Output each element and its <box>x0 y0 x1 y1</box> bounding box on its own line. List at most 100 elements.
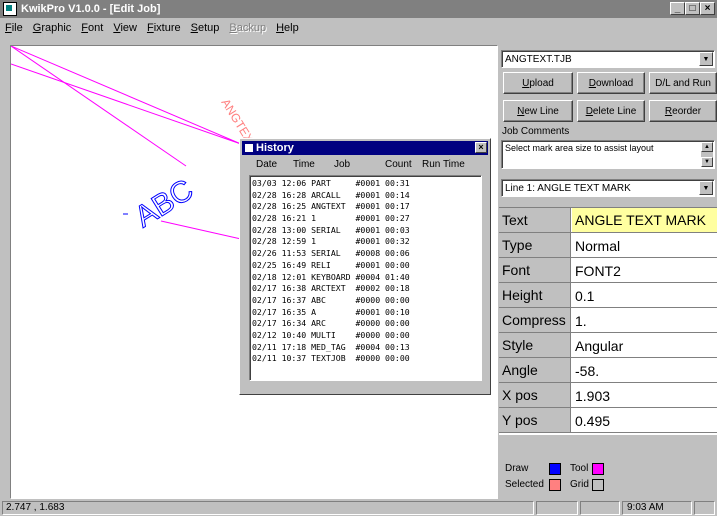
chevron-down-icon[interactable]: ▼ <box>699 181 713 195</box>
history-cell: 00:31 <box>385 178 410 188</box>
history-row[interactable]: 02/17 16:37 ABC #0000 00:00 <box>252 295 481 307</box>
property-name: Y pos <box>499 408 571 432</box>
history-cell: #0004 <box>355 341 381 352</box>
history-column-header[interactable]: Count <box>385 159 412 170</box>
property-row[interactable]: Text ANGLE TEXT MARK <box>499 208 717 233</box>
history-cell: MULTI <box>311 329 336 340</box>
history-cell: #0000 <box>355 329 381 340</box>
download-button[interactable]: Download <box>577 72 645 94</box>
history-row[interactable]: 02/25 16:49 RELI #0001 00:00 <box>252 260 481 272</box>
menu-view[interactable]: View <box>108 22 142 34</box>
history-row[interactable]: 03/03 12:06 PART #0001 00:31 <box>252 178 481 190</box>
history-column-header[interactable]: Job <box>334 159 350 170</box>
history-row[interactable]: 02/28 16:28 ARCALL #0001 00:14 <box>252 190 481 202</box>
grid-color-swatch[interactable] <box>592 479 604 491</box>
history-column-header[interactable]: Date <box>256 159 277 170</box>
history-cell: ANGTEXT <box>311 201 346 212</box>
history-cell: 02/28 <box>252 236 277 247</box>
tool-color-swatch[interactable] <box>592 463 604 475</box>
job-comments-label: Job Comments <box>502 126 570 137</box>
upload-label: Upload <box>522 77 554 89</box>
upload-button[interactable]: Upload <box>503 72 573 94</box>
property-value[interactable]: -58. <box>572 358 717 382</box>
comments-scrollbar[interactable]: ▲ ▼ <box>701 142 713 167</box>
line-select-value: Line 1: ANGLE TEXT MARK <box>505 182 631 194</box>
selected-color-swatch[interactable] <box>549 479 561 491</box>
menu-fixture[interactable]: Fixture <box>142 22 186 34</box>
new-line-button[interactable]: New Line <box>503 100 573 122</box>
line-select[interactable]: Line 1: ANGLE TEXT MARK ▼ <box>501 179 715 197</box>
status-cell <box>536 501 578 515</box>
property-row[interactable]: Y pos 0.495 <box>499 408 717 433</box>
property-name: Text <box>499 208 571 232</box>
chevron-down-icon[interactable]: ▼ <box>699 52 713 66</box>
history-row[interactable]: 02/28 13:00 SERIAL #0001 00:03 <box>252 225 481 237</box>
property-row[interactable]: Compress 1. <box>499 308 717 333</box>
menu-bar: File Graphic Font View Fixture Setup Backup Hel… <box>0 18 717 38</box>
history-row[interactable]: 02/11 10:37 TEXTJOB #0000 00:00 <box>252 353 481 365</box>
job-comments-field[interactable]: Select mark area size to assist layout ▲… <box>501 140 715 169</box>
menu-setup[interactable]: Setup <box>186 22 225 34</box>
job-file-select[interactable]: ANGTEXT.TJB ▼ <box>501 50 715 68</box>
delete-line-button[interactable]: Delete Line <box>577 100 645 122</box>
delete-line-label: Delete Line <box>585 105 637 117</box>
maximize-button[interactable]: □ <box>685 2 700 15</box>
history-row[interactable]: 02/28 16:21 1 #0001 00:27 <box>252 213 481 225</box>
property-value[interactable]: 0.1 <box>572 283 717 307</box>
reorder-button[interactable]: Reorder <box>649 100 717 122</box>
menu-file[interactable]: File <box>0 22 28 34</box>
property-value[interactable]: 0.495 <box>572 408 717 432</box>
scroll-down-icon[interactable]: ▼ <box>701 157 713 167</box>
menu-help[interactable]: Help <box>271 22 304 34</box>
history-row[interactable]: 02/12 10:40 MULTI #0000 00:00 <box>252 330 481 342</box>
property-row[interactable]: Font FONT2 <box>499 258 717 283</box>
history-cell: #0001 <box>355 201 381 212</box>
new-line-label: New Line <box>517 105 559 117</box>
property-row[interactable]: Style Angular <box>499 333 717 358</box>
history-column-header[interactable]: Time <box>293 159 315 170</box>
property-value[interactable]: 1. <box>572 308 717 332</box>
history-window[interactable]: History × Date Time Job Count Run Time 03/03… <box>239 138 491 395</box>
history-row[interactable]: 02/28 16:25 ANGTEXT #0001 00:17 <box>252 201 481 213</box>
history-row[interactable]: 02/11 17:18 MED_TAG #0004 00:13 <box>252 342 481 354</box>
history-cell: 02/17 <box>252 283 277 294</box>
history-row[interactable]: 02/17 16:38 ARCTEXT #0002 00:18 <box>252 283 481 295</box>
history-row[interactable]: 02/17 16:35 A #0001 00:10 <box>252 307 481 319</box>
status-cell <box>580 501 620 515</box>
scroll-up-icon[interactable]: ▲ <box>701 142 713 152</box>
minimize-button[interactable]: _ <box>670 2 685 15</box>
history-row[interactable]: 02/26 11:53 SERIAL #0008 00:06 <box>252 248 481 260</box>
history-column-header[interactable]: Run Time <box>422 159 465 170</box>
tool-path-line <box>11 63 242 145</box>
history-row[interactable]: 02/17 16:34 ARC #0000 00:00 <box>252 318 481 330</box>
text-mark-abc[interactable]: ABC <box>129 173 200 235</box>
draw-color-swatch[interactable] <box>549 463 561 475</box>
history-row[interactable]: 02/18 12:01 KEYBOARD #0004 01:40 <box>252 272 481 284</box>
history-row[interactable]: 02/28 12:59 1 #0001 00:32 <box>252 236 481 248</box>
property-value[interactable]: Angular <box>572 333 717 357</box>
history-cell: 16:25 <box>281 201 307 212</box>
history-list[interactable]: 03/03 12:06 PART #0001 00:31 02/28 16:28 ARCALL… <box>249 175 482 381</box>
history-close-button[interactable]: × <box>475 142 487 153</box>
property-value[interactable]: 1.903 <box>572 383 717 407</box>
history-cell: 03/03 <box>252 178 277 188</box>
property-row[interactable]: Height 0.1 <box>499 283 717 308</box>
history-cell: #0000 <box>355 353 381 364</box>
property-value[interactable]: FONT2 <box>572 258 717 282</box>
history-title-bar[interactable]: History × <box>242 141 488 155</box>
property-row[interactable]: X pos 1.903 <box>499 383 717 408</box>
close-button[interactable]: × <box>700 2 715 15</box>
menu-font[interactable]: Font <box>76 22 108 34</box>
legend-tool-label: Tool <box>570 463 589 474</box>
property-name: X pos <box>499 383 571 407</box>
dl-and-run-button[interactable]: D/L and Run <box>649 72 717 94</box>
history-cell: 1 <box>311 213 317 224</box>
title-bar: KwikPro V1.0.0 - [Edit Job] _ □ × <box>0 0 717 18</box>
property-value[interactable]: ANGLE TEXT MARK <box>572 208 717 232</box>
history-cell: 16:34 <box>281 318 307 329</box>
property-value[interactable]: Normal <box>572 233 717 257</box>
menu-graphic[interactable]: Graphic <box>28 22 77 34</box>
property-row[interactable]: Angle -58. <box>499 358 717 383</box>
history-cell: 02/17 <box>252 306 277 317</box>
property-row[interactable]: Type Normal <box>499 233 717 258</box>
